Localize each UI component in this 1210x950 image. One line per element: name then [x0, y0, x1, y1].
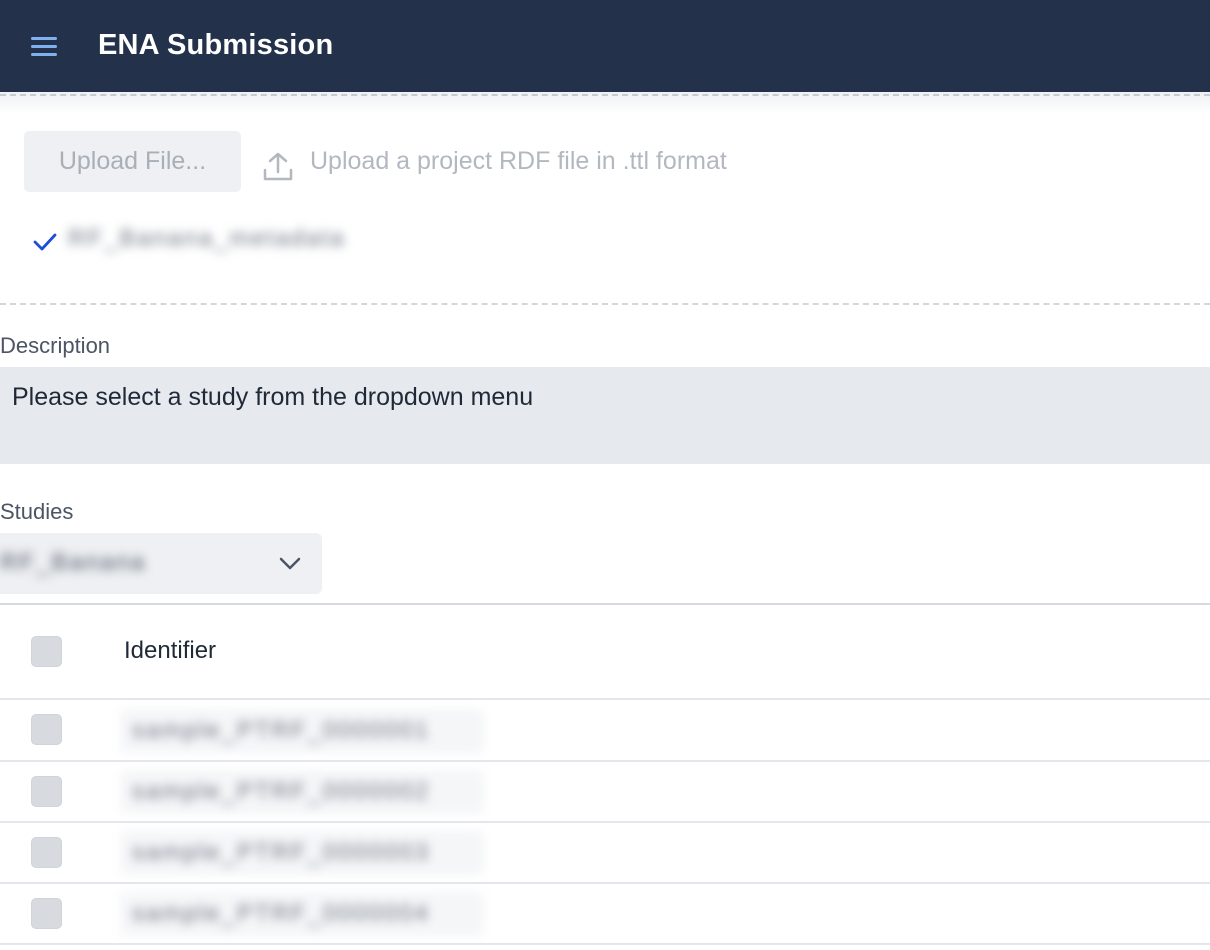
menu-button[interactable]: [24, 26, 64, 66]
checkmark-icon: [33, 233, 57, 251]
hamburger-menu-icon: [31, 37, 57, 56]
row-checkbox[interactable]: [31, 776, 62, 807]
studies-selected-value: RF_Banana: [0, 549, 147, 576]
table-row-identifier: sample_PTRF_0000001: [120, 709, 484, 753]
table-row-divider: [0, 698, 1210, 700]
chevron-down-icon[interactable]: [278, 553, 302, 573]
top-app-bar: ENA Submission: [0, 0, 1210, 92]
row-checkbox[interactable]: [31, 837, 62, 868]
table-row-identifier: sample_PTRF_0000002: [120, 770, 484, 814]
upload-file-button[interactable]: Upload File...: [24, 131, 241, 192]
description-field[interactable]: [0, 367, 1210, 464]
upload-hint: Upload a project RDF file in .ttl format: [310, 147, 727, 175]
studies-dropdown[interactable]: RF_Banana: [0, 533, 322, 594]
section-divider: [0, 303, 1210, 305]
app-title: ENA Submission: [98, 29, 334, 61]
studies-label: Studies: [0, 499, 74, 524]
uploaded-file-name: RF_Banana_metadata: [68, 225, 346, 252]
table-top-border: [0, 603, 1210, 605]
upload-icon: [263, 152, 293, 181]
description-text: Please select a study from the dropdown …: [12, 383, 534, 411]
select-all-checkbox[interactable]: [31, 636, 62, 667]
row-checkbox[interactable]: [31, 714, 62, 745]
table-row-identifier: sample_PTRF_0000003: [120, 831, 484, 875]
upload-area-border: [0, 94, 1210, 96]
table-row-divider: [0, 821, 1210, 823]
table-row-divider: [0, 882, 1210, 884]
identifier-column-header: Identifier: [124, 637, 217, 664]
table-row-identifier: sample_PTRF_0000004: [120, 892, 484, 936]
table-row-divider: [0, 943, 1210, 945]
description-label: Description: [0, 333, 111, 358]
table-row-divider: [0, 760, 1210, 762]
row-checkbox[interactable]: [31, 898, 62, 929]
